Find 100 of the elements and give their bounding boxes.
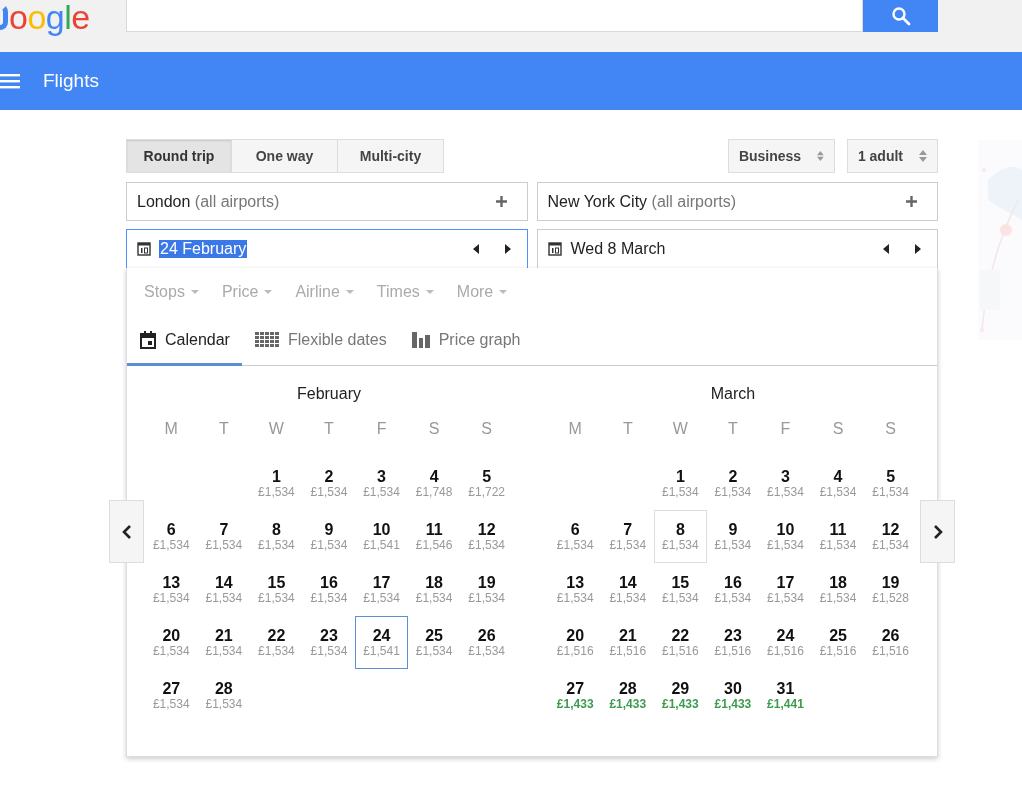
day-price: £1,546 bbox=[415, 538, 453, 552]
day-number: 11 bbox=[425, 521, 443, 538]
day-number: 17 bbox=[372, 574, 391, 591]
day-number: 20 bbox=[566, 627, 585, 644]
day-cell[interactable]: 22 £1,516 bbox=[654, 616, 707, 669]
menu-icon[interactable] bbox=[0, 73, 20, 89]
day-cell[interactable]: 3 £1,534 bbox=[759, 457, 812, 510]
day-cell[interactable]: 23 £1,516 bbox=[706, 616, 760, 669]
day-cell[interactable]: 21 £1,516 bbox=[601, 616, 655, 669]
day-cell[interactable]: 15 £1,534 bbox=[250, 563, 303, 616]
day-cell[interactable]: 13 £1,534 bbox=[548, 563, 602, 616]
next-icon[interactable] bbox=[915, 244, 921, 254]
day-cell[interactable]: 24 £1,516 bbox=[759, 616, 812, 669]
day-cell[interactable]: 15 £1,534 bbox=[654, 563, 707, 616]
day-cell[interactable]: 25 £1,534 bbox=[407, 616, 461, 669]
origin-field[interactable]: London (all airports) bbox=[126, 182, 528, 221]
day-cell[interactable]: 21 £1,534 bbox=[197, 616, 251, 669]
day-number: 14 bbox=[618, 574, 637, 591]
day-number: 29 bbox=[671, 680, 690, 697]
day-cell[interactable]: 2 £1,534 bbox=[706, 457, 760, 510]
destination-field[interactable]: New York City (all airports) bbox=[536, 182, 938, 221]
day-cell[interactable]: 26 £1,516 bbox=[864, 616, 917, 669]
day-cell[interactable]: 5 £1,722 bbox=[460, 457, 513, 510]
plus-icon[interactable] bbox=[906, 196, 917, 207]
day-price: £1,534 bbox=[310, 644, 348, 658]
day-cell[interactable]: 12 £1,534 bbox=[864, 510, 917, 563]
next-icon[interactable] bbox=[504, 244, 511, 254]
day-cell[interactable]: 4 £1,748 bbox=[407, 457, 461, 510]
weekday-label: S bbox=[480, 420, 493, 439]
trip-type-tab[interactable]: One way bbox=[232, 139, 338, 173]
search-button[interactable] bbox=[863, 0, 938, 32]
day-cell[interactable]: 23 £1,534 bbox=[302, 616, 356, 669]
day-cell[interactable]: 10 £1,541 bbox=[355, 510, 408, 563]
day-cell[interactable]: 16 £1,534 bbox=[706, 563, 760, 616]
day-cell[interactable]: 11 £1,546 bbox=[407, 510, 461, 563]
view-tab[interactable]: Calendar bbox=[127, 316, 242, 366]
day-cell[interactable]: 5 £1,534 bbox=[864, 457, 917, 510]
day-cell[interactable]: 3 £1,534 bbox=[355, 457, 408, 510]
weekday-label: M bbox=[567, 420, 583, 439]
day-cell[interactable]: 11 £1,534 bbox=[811, 510, 865, 563]
return-date-field[interactable]: Wed 8 March bbox=[536, 229, 938, 268]
day-number: 20 bbox=[162, 627, 181, 644]
day-number: 28 bbox=[618, 680, 637, 697]
day-number: 18 bbox=[829, 574, 847, 591]
day-cell[interactable]: 17 £1,534 bbox=[759, 563, 812, 616]
day-price: £1,534 bbox=[662, 485, 699, 499]
view-tab[interactable]: Price graph bbox=[398, 316, 533, 366]
previous-icon[interactable] bbox=[472, 244, 479, 254]
day-cell[interactable]: 4 £1,534 bbox=[811, 457, 865, 510]
day-cell[interactable]: 20 £1,516 bbox=[548, 616, 602, 669]
previous-icon[interactable] bbox=[883, 244, 889, 254]
day-cell[interactable]: 1 £1,534 bbox=[250, 457, 303, 510]
day-cell[interactable]: 7 £1,534 bbox=[601, 510, 655, 563]
day-cell[interactable]: 10 £1,534 bbox=[759, 510, 812, 563]
day-cell[interactable]: 20 £1,534 bbox=[145, 616, 198, 669]
day-price: £1,534 bbox=[152, 644, 190, 658]
trip-type-tab[interactable]: Round trip bbox=[126, 139, 232, 173]
day-cell[interactable]: 9 £1,534 bbox=[706, 510, 760, 563]
day-cell[interactable]: 8 £1,534 bbox=[654, 510, 707, 563]
day-cell[interactable]: 12 £1,534 bbox=[460, 510, 513, 563]
search-icon bbox=[890, 6, 911, 26]
weekday-label: T bbox=[323, 420, 335, 439]
day-cell[interactable]: 14 £1,534 bbox=[197, 563, 251, 616]
day-cell[interactable]: 19 £1,528 bbox=[864, 563, 917, 616]
day-cell[interactable]: 6 £1,534 bbox=[548, 510, 602, 563]
passengers-select[interactable]: 1 adult bbox=[846, 139, 938, 173]
day-cell[interactable]: 26 £1,534 bbox=[460, 616, 513, 669]
day-cell[interactable]: 25 £1,516 bbox=[811, 616, 865, 669]
day-cell[interactable]: 24 £1,541 bbox=[355, 616, 408, 669]
day-cell[interactable]: 27 £1,534 bbox=[145, 669, 198, 722]
view-tab[interactable]: Flexible dates bbox=[241, 316, 399, 366]
day-cell[interactable]: 22 £1,534 bbox=[250, 616, 303, 669]
day-cell[interactable]: 27 £1,433 bbox=[548, 669, 602, 722]
day-cell[interactable]: 6 £1,534 bbox=[145, 510, 198, 563]
day-cell[interactable]: 13 £1,534 bbox=[145, 563, 198, 616]
day-price: £1,534 bbox=[363, 485, 400, 499]
day-cell[interactable]: 8 £1,534 bbox=[250, 510, 303, 563]
trip-type-tab[interactable]: Multi-city bbox=[338, 139, 444, 173]
day-cell[interactable]: 29 £1,433 bbox=[654, 669, 707, 722]
day-number: 19 bbox=[881, 574, 900, 591]
day-cell[interactable]: 28 £1,433 bbox=[601, 669, 655, 722]
day-cell[interactable]: 14 £1,534 bbox=[601, 563, 655, 616]
plus-icon[interactable] bbox=[495, 196, 507, 207]
day-price: £1,433 bbox=[609, 697, 647, 711]
day-cell[interactable]: 7 £1,534 bbox=[197, 510, 251, 563]
day-cell[interactable]: 9 £1,534 bbox=[302, 510, 356, 563]
search-field[interactable] bbox=[126, 0, 863, 32]
day-cell[interactable]: 2 £1,534 bbox=[302, 457, 356, 510]
day-price: £1,534 bbox=[468, 644, 505, 658]
day-cell[interactable]: 19 £1,534 bbox=[460, 563, 513, 616]
day-cell[interactable]: 18 £1,534 bbox=[811, 563, 865, 616]
day-cell[interactable]: 28 £1,534 bbox=[197, 669, 251, 722]
day-cell[interactable]: 31 £1,441 bbox=[759, 669, 812, 722]
day-cell[interactable]: 1 £1,534 bbox=[654, 457, 707, 510]
depart-date-field[interactable]: 24 February bbox=[126, 229, 528, 268]
day-cell[interactable]: 30 £1,433 bbox=[706, 669, 760, 722]
cabin-select[interactable]: Business bbox=[727, 139, 835, 173]
day-cell[interactable]: 18 £1,534 bbox=[407, 563, 461, 616]
day-cell[interactable]: 16 £1,534 bbox=[302, 563, 356, 616]
day-cell[interactable]: 17 £1,534 bbox=[355, 563, 408, 616]
